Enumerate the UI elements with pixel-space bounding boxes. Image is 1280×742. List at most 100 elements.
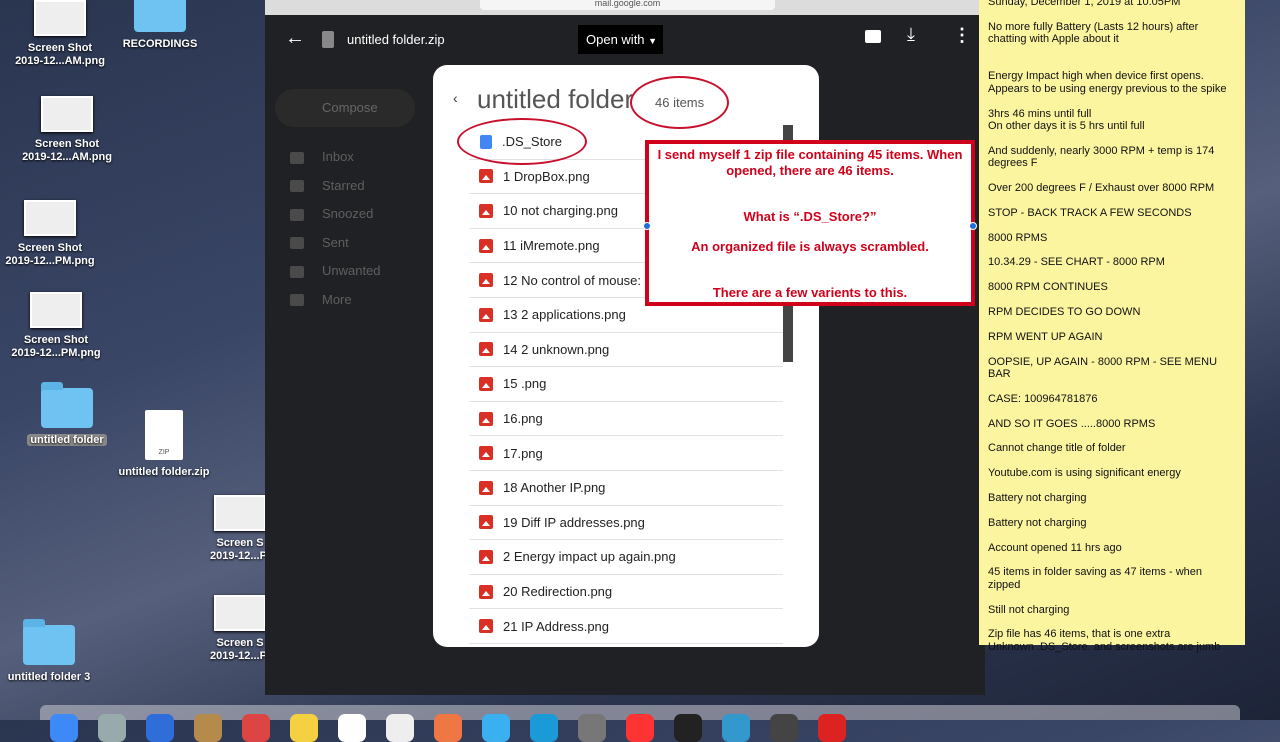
- annotation-line: What is “.DS_Store?”: [743, 209, 877, 224]
- add-to-drive-icon[interactable]: [865, 30, 881, 43]
- nav-label: Starred: [322, 177, 365, 193]
- dock-app-icon[interactable]: [146, 714, 174, 742]
- more-options-icon[interactable]: ⋮: [953, 25, 971, 46]
- back-chevron-icon[interactable]: ‹: [453, 90, 458, 106]
- image-file-icon: [479, 238, 493, 253]
- file-row[interactable]: 14 2 unknown.png: [469, 333, 783, 368]
- file-name: 18 Another IP.png: [503, 480, 606, 496]
- dock-app-icon[interactable]: [482, 714, 510, 742]
- desktop-icon[interactable]: Screen Shot 2019-12...AM.png: [5, 0, 115, 68]
- file-name: 10 not charging.png: [503, 203, 618, 219]
- annotation-circle-ds-store: [457, 118, 587, 165]
- file-name: 17.png: [503, 445, 543, 461]
- annotation-line: An organized file is always scrambled.: [691, 239, 929, 254]
- note-line: OOPSIE, UP AGAIN - 8000 RPM - SEE MENU B…: [988, 355, 1221, 380]
- nav-icon: [290, 237, 304, 250]
- screenshot-thumbnail-icon: [34, 0, 86, 36]
- image-file-icon: [479, 411, 493, 426]
- gmail-nav-item: Starred: [290, 178, 365, 193]
- dock-app-icon[interactable]: [290, 714, 318, 742]
- file-row[interactable]: 17.png: [469, 436, 783, 471]
- desktop-icon[interactable]: untitled folder 3: [0, 619, 104, 684]
- file-name: 2 Energy impact up again.png: [503, 549, 676, 565]
- image-file-icon: [479, 549, 493, 564]
- note-line: Battery not charging: [988, 491, 1087, 504]
- image-file-icon: [479, 619, 493, 634]
- desktop-icon-label: Screen Shot 2019-12...PM.png: [5, 242, 95, 267]
- desktop-icon[interactable]: Screen Shot 2019-12...PM.png: [1, 292, 111, 360]
- download-icon[interactable]: ⤓: [907, 24, 915, 45]
- dock-app-icon[interactable]: [50, 714, 78, 742]
- desktop-icon[interactable]: Screen Shot 2019-12...PM.png: [0, 200, 105, 268]
- note-line: Energy Impact high when device first ope…: [988, 70, 1227, 95]
- dock-app-icon[interactable]: [194, 714, 222, 742]
- folder-icon: [23, 619, 75, 665]
- resize-handle-right[interactable]: [969, 222, 977, 230]
- desktop-icon[interactable]: RECORDINGS: [105, 0, 215, 51]
- gmail-nav-item: Inbox: [290, 149, 354, 164]
- address-bar[interactable]: mail.google.com: [480, 0, 775, 10]
- dock-app-icon[interactable]: [626, 714, 654, 742]
- file-row[interactable]: 21 IP Address.png: [469, 609, 783, 644]
- dock-app-icon[interactable]: [386, 714, 414, 742]
- dock-app-icon[interactable]: [674, 714, 702, 742]
- file-name: 14 2 unknown.png: [503, 341, 610, 357]
- file-name: untitled folder.zip: [347, 32, 445, 47]
- file-row[interactable]: 19 Diff IP addresses.png: [469, 506, 783, 541]
- dock-app-icon[interactable]: [818, 714, 846, 742]
- screenshot-thumbnail-icon: [41, 96, 93, 132]
- note-line: Over 200 degrees F / Exhaust over 8000 R…: [988, 182, 1215, 195]
- dock-app-icon[interactable]: [98, 714, 126, 742]
- sticky-note[interactable]: Sunday, December 1, 2019 at 10.05PM No mo…: [979, 0, 1245, 653]
- note-line: 3hrs 46 mins until full On other days it…: [988, 107, 1145, 133]
- gmail-nav-item: Snoozed: [290, 206, 373, 221]
- note-line: AND SO IT GOES .....8000 RPMS: [988, 417, 1156, 430]
- folder-title: untitled folder: [477, 84, 634, 114]
- folder-icon: [134, 0, 186, 32]
- file-row[interactable]: 20 Redirection.png: [469, 575, 783, 610]
- image-file-icon: [479, 307, 493, 322]
- compose-button: Compose: [275, 89, 415, 127]
- desktop-icon-label: untitled folder 3: [7, 671, 91, 683]
- image-file-icon: [479, 203, 493, 218]
- file-row[interactable]: 18 Another IP.png: [469, 471, 783, 506]
- desktop-icon[interactable]: untitled folder: [12, 382, 122, 447]
- compose-label: Compose: [322, 100, 378, 115]
- file-name: 19 Diff IP addresses.png: [503, 514, 645, 530]
- open-with-button[interactable]: Open with ▼: [578, 25, 663, 54]
- resize-handle-left[interactable]: [643, 222, 651, 230]
- file-row[interactable]: 16.png: [469, 402, 783, 437]
- nav-icon: [290, 208, 304, 221]
- dock-app-icon[interactable]: [722, 714, 750, 742]
- desktop-icon-label: Screen S 2019-12...Pl: [210, 537, 270, 562]
- note-line: Zip file has 46 items, that is one extra…: [988, 628, 1221, 653]
- screenshot-thumbnail-icon: [214, 595, 266, 631]
- annotation-line: There are a few varients to this.: [712, 285, 908, 300]
- note-line: 10.34.29 - SEE CHART - 8000 RPM: [988, 256, 1165, 269]
- dock-app-icon[interactable]: [338, 714, 366, 742]
- nav-label: Sent: [322, 234, 349, 250]
- annotation-circle-item-count: [630, 76, 729, 129]
- desktop-icon-label: Screen Shot 2019-12...AM.png: [15, 42, 105, 67]
- note-line: STOP - BACK TRACK A FEW SECONDS: [988, 206, 1192, 219]
- dock: [40, 705, 1240, 742]
- image-file-icon: [479, 273, 493, 288]
- screenshot-thumbnail-icon: [30, 292, 82, 328]
- gmail-nav-item: Unwanted: [290, 263, 381, 278]
- file-row[interactable]: 15 .png: [469, 367, 783, 402]
- back-arrow-icon[interactable]: ←: [285, 27, 305, 50]
- nav-icon: [290, 151, 304, 164]
- dock-app-icon[interactable]: [578, 714, 606, 742]
- desktop-icon-label: RECORDINGS: [122, 38, 198, 50]
- image-file-icon: [479, 446, 493, 461]
- desktop-icon[interactable]: Screen Shot 2019-12...AM.png: [12, 96, 122, 164]
- dock-app-icon[interactable]: [770, 714, 798, 742]
- dock-app-icon[interactable]: [530, 714, 558, 742]
- desktop-icon-label: Screen S 2019-12...Pl: [210, 637, 270, 662]
- dock-app-icon[interactable]: [434, 714, 462, 742]
- image-file-icon: [479, 515, 493, 530]
- dock-app-icon[interactable]: [242, 714, 270, 742]
- desktop-icon[interactable]: ZIP untitled folder.zip: [109, 410, 219, 479]
- note-line: RPM WENT UP AGAIN: [988, 330, 1103, 343]
- file-row[interactable]: 2 Energy impact up again.png: [469, 540, 783, 575]
